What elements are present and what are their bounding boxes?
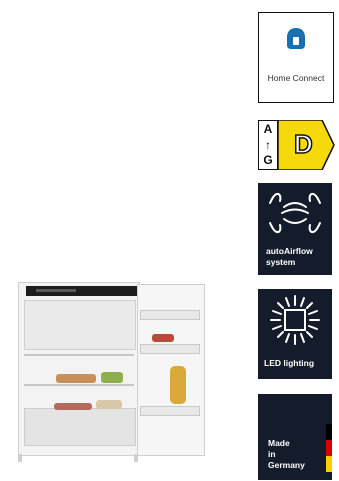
fridge-shelf [24,354,134,356]
energy-scale-bottom: G [263,153,273,167]
home-connect-badge: Home Connect [258,12,334,103]
energy-class-letter: D [293,128,313,160]
food-item [54,403,92,410]
led-icon [270,295,320,345]
made-in-germany-badge: Made in Germany [258,394,332,480]
home-connect-label: Home Connect [267,73,325,83]
energy-scale-top: A [263,122,273,136]
flag-stripe-red [326,440,332,456]
flag-stripe-black [326,424,332,440]
led-label: LED lighting [264,358,315,368]
airflow-label-line2: system [266,257,296,267]
made-in-line3: Germany [268,460,305,470]
made-in-line2: in [268,449,276,459]
food-item [56,374,96,383]
energy-scale: A ↑ G [258,120,278,170]
airflow-icon [269,193,321,233]
crisper-drawer [24,408,136,446]
airflow-label: autoAirflow system [266,246,313,268]
made-in-line1: Made [268,438,290,448]
flag-stripe-gold [326,456,332,472]
door-shelf [140,406,200,416]
airflow-label-line1: autoAirflow [266,246,313,256]
fridge-foot [134,454,138,462]
led-lighting-badge: LED lighting [258,289,332,379]
door-shelf [140,344,200,354]
freezer-compartment [24,300,136,350]
airflow-badge: autoAirflow system [258,183,332,275]
bottle-item [170,366,186,404]
fridge-foot [18,454,22,462]
food-item [96,400,122,409]
door-shelf [140,310,200,320]
made-in-label: Made in Germany [268,438,305,471]
home-connect-icon [287,28,305,49]
energy-scale-arrow: ↑ [265,138,271,152]
fridge-display [36,289,76,292]
energy-label-badge: A ↑ G D [258,120,335,170]
food-item [152,334,174,342]
food-item [101,372,123,383]
fridge-shelf [24,384,134,386]
fridge-product-image [6,282,220,462]
